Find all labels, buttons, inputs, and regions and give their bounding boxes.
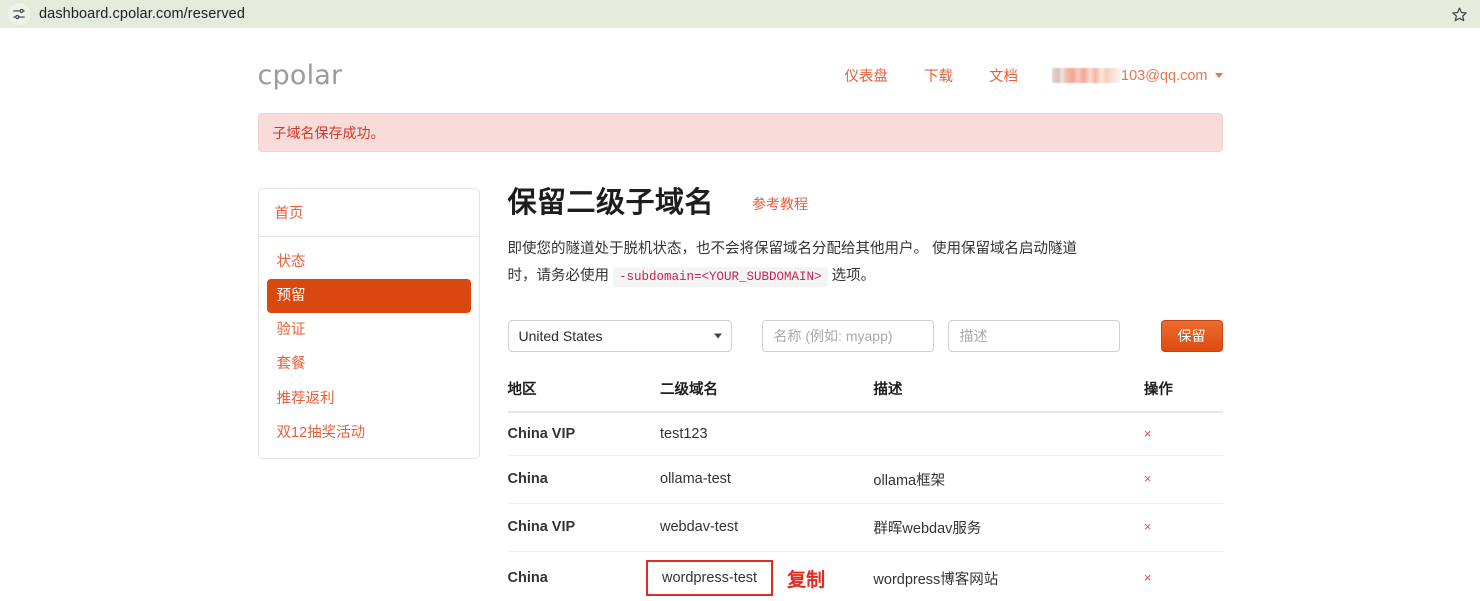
subdomain-flag-code: -subdomain=<YOUR_SUBDOMAIN> <box>613 266 828 287</box>
sidebar-nav-list: 状态 预留 验证 套餐 推荐返利 双12抽奖活动 <box>259 237 479 452</box>
sidebar-item-home[interactable]: 首页 <box>275 206 304 222</box>
region-select-wrapper: United States China China VIP <box>507 319 732 352</box>
site-header: cpolar 仪表盘 下载 文档 103@qq.com <box>258 28 1223 103</box>
cell-domain: ollama-test <box>660 455 874 504</box>
subdomain-description-input[interactable] <box>947 319 1120 352</box>
star-icon[interactable] <box>1448 3 1470 25</box>
masked-email-redaction <box>1052 68 1121 83</box>
alert-message: 子域名保存成功。 <box>272 124 385 141</box>
delete-row-button[interactable]: × <box>1144 471 1152 486</box>
table-head: 地区 二级域名 描述 操作 <box>507 377 1223 413</box>
cell-region: China <box>507 551 660 601</box>
nav-item-dashboard[interactable]: 仪表盘 <box>827 65 907 86</box>
sidebar-item-plans[interactable]: 套餐 <box>267 347 471 381</box>
sidebar-item-status[interactable]: 状态 <box>267 245 471 279</box>
cell-description: 群晖webdav服务 <box>873 503 1144 552</box>
cell-domain: test123 <box>660 411 874 456</box>
cell-action: × <box>1143 551 1223 601</box>
table-row: China VIP webdav-test 群晖webdav服务 × <box>507 503 1223 552</box>
page-title: 保留二级子域名 <box>507 187 715 219</box>
cell-domain: webdav-test <box>660 503 874 552</box>
nav-item-docs[interactable]: 文档 <box>971 65 1036 86</box>
cell-action: × <box>1143 411 1223 456</box>
reserve-form: United States China China VIP 保留 <box>507 319 1223 352</box>
sidebar-item-referral[interactable]: 推荐返利 <box>267 382 471 416</box>
brand-logo[interactable]: cpolar <box>258 60 343 91</box>
table-row: China VIP test123 × <box>507 411 1223 456</box>
tutorial-link[interactable]: 参考教程 <box>752 194 808 214</box>
sidebar-item-promo-event[interactable]: 双12抽奖活动 <box>267 416 471 450</box>
delete-row-button[interactable]: × <box>1144 570 1152 585</box>
cell-region: China VIP <box>507 503 660 552</box>
success-alert: 子域名保存成功。 <box>257 113 1223 152</box>
annotation-box-domain: wordpress-test <box>646 560 774 597</box>
chevron-down-icon <box>1214 73 1223 78</box>
main-panel: 保留二级子域名 参考教程 即使您的隧道处于脱机状态，也不会将保留域名分配给其他用… <box>480 187 1223 601</box>
delete-row-button[interactable]: × <box>1144 519 1152 534</box>
cell-region: China VIP <box>507 411 660 456</box>
column-header-description: 描述 <box>873 377 1144 413</box>
url-text[interactable]: dashboard.cpolar.com/reserved <box>39 6 245 22</box>
settings-sliders-icon <box>8 3 30 25</box>
cell-action: × <box>1143 455 1223 504</box>
column-header-action: 操作 <box>1143 377 1223 413</box>
title-row: 保留二级子域名 参考教程 <box>507 187 1223 220</box>
description-text-part2: 选项。 <box>831 267 876 284</box>
browser-url-bar: dashboard.cpolar.com/reserved <box>0 0 1480 28</box>
subdomain-name-input[interactable] <box>761 319 934 352</box>
sidebar-header: 首页 <box>258 189 479 237</box>
column-header-domain: 二级域名 <box>660 377 874 413</box>
user-email-text: 103@qq.com <box>1121 67 1208 84</box>
table-row: China ollama-test ollama框架 × <box>507 455 1223 504</box>
reserved-domains-table: 地区 二级域名 描述 操作 China VIP test123 × China … <box>507 377 1223 601</box>
content-container: cpolar 仪表盘 下载 文档 103@qq.com 子域名保存成功。 首页 <box>257 28 1223 601</box>
sidebar-panel: 首页 状态 预留 验证 套餐 推荐返利 双12抽奖活动 <box>257 188 480 459</box>
table-header-row: 地区 二级域名 描述 操作 <box>507 377 1223 413</box>
top-navigation: 仪表盘 下载 文档 103@qq.com <box>827 65 1223 86</box>
cell-description: wordpress博客网站 <box>873 551 1144 601</box>
sidebar-item-verify[interactable]: 验证 <box>267 313 471 347</box>
cell-domain-highlighted: wordpress-test 复制 <box>646 551 874 601</box>
cell-description: ollama框架 <box>873 455 1144 504</box>
reserve-save-button[interactable]: 保留 <box>1160 319 1223 352</box>
region-select[interactable]: United States China China VIP <box>507 319 732 352</box>
delete-row-button[interactable]: × <box>1144 426 1152 441</box>
cell-description <box>873 411 1144 456</box>
sidebar-item-reserved[interactable]: 预留 <box>266 279 471 314</box>
content-row: 首页 状态 预留 验证 套餐 推荐返利 双12抽奖活动 保留二级子域名 参考教程 <box>257 187 1223 601</box>
page-body: cpolar 仪表盘 下载 文档 103@qq.com 子域名保存成功。 首页 <box>0 28 1480 601</box>
table-row: China wordpress-test 复制 wordpress博客网站 × <box>507 551 1223 601</box>
cell-action: × <box>1143 503 1223 552</box>
nav-item-download[interactable]: 下载 <box>906 65 971 86</box>
user-account-menu[interactable]: 103@qq.com <box>1036 67 1223 84</box>
annotation-copy-label: 复制 <box>787 569 826 591</box>
column-header-region: 地区 <box>507 377 660 413</box>
page-description: 即使您的隧道处于脱机状态，也不会将保留域名分配给其他用户。 使用保留域名启动隧道… <box>508 236 1093 290</box>
table-body: China VIP test123 × China ollama-test ol… <box>507 411 1223 601</box>
cell-region: China <box>507 455 660 504</box>
